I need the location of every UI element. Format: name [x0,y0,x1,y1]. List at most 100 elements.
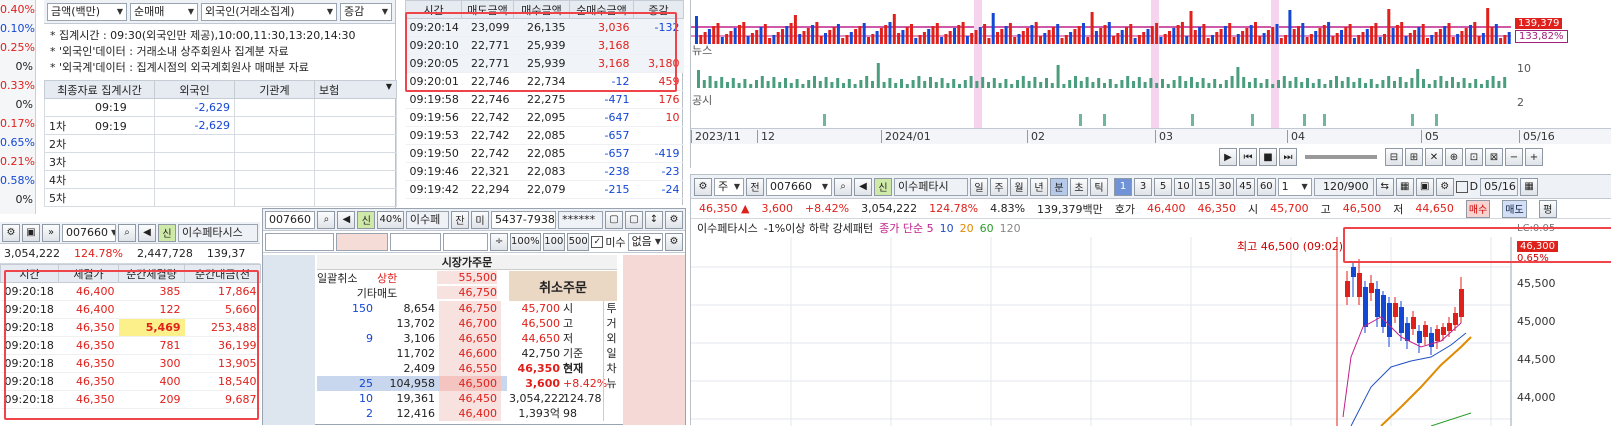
book-row[interactable]: 13,702 46,700 [317,316,507,331]
zoom-in-icon[interactable]: + [1525,148,1543,166]
interval-button[interactable]: 45 [1236,177,1255,196]
settings-icon[interactable]: ⚙ [1435,177,1454,196]
summary-side-tab[interactable]: 차 [603,361,619,376]
qty-100-button[interactable]: 100 [542,232,565,251]
period-button[interactable]: 주 [990,177,1008,196]
settings-icon[interactable]: ⚙ [2,223,20,242]
interval-button[interactable]: 5 [1154,177,1172,196]
interval-button[interactable]: 30 [1215,177,1235,196]
date-checkbox[interactable] [1455,180,1468,193]
interval-button[interactable]: 1 [1114,177,1132,196]
speaker-icon[interactable]: ◀ [138,223,156,242]
table-row[interactable]: 09:19:42 22,294 22,079 -215 -24 [405,180,684,199]
range-field[interactable]: 120/900 [1313,177,1374,196]
unit-select[interactable]: 금액(백만) ▼ [47,2,127,21]
legend-item[interactable]: 60 [980,222,994,235]
zoom-slider[interactable] [1305,155,1377,159]
count-select[interactable]: 1 ▼ [1277,177,1312,196]
investor-select[interactable]: 외국인(거래소집계) ▼ [201,2,337,21]
search-icon[interactable]: ⌕ [834,177,852,196]
legend-item[interactable]: 120 [1000,222,1021,235]
save-icon[interactable]: ▣ [1415,177,1434,196]
qty-500-button[interactable]: 500 [566,232,590,251]
sell-button[interactable]: 매도 [1502,199,1527,218]
eval-button[interactable]: 평 [1538,199,1557,218]
summary-side-tab[interactable] [603,406,619,421]
search-icon[interactable]: ⌕ [118,223,136,242]
table-row[interactable]: 1차 09:19 -2,629 [44,116,397,135]
legend-item[interactable]: 이수페타시스 [697,220,758,236]
qty-input-2[interactable] [443,232,489,251]
unfilled-tag[interactable]: 미 [470,210,489,229]
credit-select[interactable]: 없음 ▼ [627,232,663,251]
buy-button[interactable]: 매수 [1465,199,1491,218]
interval-button[interactable]: 60 [1256,177,1276,196]
table-row[interactable]: 09:19:53 22,742 22,085 -657 [405,126,684,145]
summary-side-tab[interactable] [603,391,619,406]
stepper[interactable]: ÷ [490,232,509,251]
summary-side-tab[interactable]: 뉴 [603,376,619,391]
search-icon[interactable]: ⌕ [317,210,336,229]
window-icon[interactable]: ▢ [604,210,623,229]
settings-icon[interactable]: ⚙ [694,177,712,196]
legend-item[interactable]: -1%이상 하락 강세패턴 [764,220,873,236]
calendar-icon[interactable]: ▦ [1520,177,1539,196]
book-row[interactable]: 150 8,654 46,750 [317,301,507,316]
mode-select[interactable]: 증감 ▼ [340,2,392,21]
book-row[interactable]: 10 19,361 46,450 [317,391,507,406]
date-field[interactable]: 05/16 [1480,177,1519,196]
period-button[interactable]: 년 [1030,177,1048,196]
book-row[interactable]: 2,409 46,550 [317,361,507,376]
market-order-header[interactable]: 시장가주문 [317,255,617,270]
col-header[interactable]: 보험 ▼ [314,80,397,99]
chart-code-select[interactable]: 007660 ▼ [766,177,832,196]
interval-button[interactable]: 3 [1134,177,1152,196]
resize-icon[interactable]: ↕ [644,210,663,229]
type-select[interactable]: 순매매 ▼ [130,2,198,21]
tools-icon[interactable]: ⊡ [1465,148,1483,166]
ratio-button[interactable]: 100% [510,232,541,251]
window-icon[interactable]: ⊞ [1405,148,1423,166]
lock-icon[interactable]: ▣ [22,223,40,242]
book-row[interactable]: 25 104,958 46,500 [317,376,507,391]
prev-button[interactable]: 전 [746,177,764,196]
price-input-2[interactable] [335,232,388,251]
speaker-icon[interactable]: ◀ [337,210,356,229]
summary-side-tab[interactable]: 거 [603,316,619,331]
zoom-out-icon[interactable]: − [1505,148,1523,166]
table-row[interactable]: 09:19:50 22,742 22,085 -657 -419 [405,144,684,163]
table-row[interactable]: 09:19:46 22,321 22,083 -238 -23 [405,162,684,181]
chart-tool-icon[interactable]: ⇆ [1375,177,1394,196]
summary-side-tab[interactable]: 투 [603,301,619,316]
settings-icon[interactable]: ⚙ [664,232,683,251]
stock-code-select[interactable]: 007660▼ [62,223,116,242]
window-icon[interactable]: ⊟ [1385,148,1403,166]
book-row[interactable]: 9 3,106 46,650 [317,331,507,346]
expand-icon[interactable]: » [42,223,60,242]
cancel-order-button[interactable]: 취소주문 [509,271,617,301]
table-row[interactable]: 09:19 -2,629 [44,98,397,117]
period-button[interactable]: 분 [1050,177,1068,196]
chart-tool-icon[interactable]: ▦ [1395,177,1414,196]
table-row[interactable]: 4차 [44,170,397,189]
interval-button[interactable]: 15 [1194,177,1214,196]
tools-icon[interactable]: ✕ [1425,148,1443,166]
period-button[interactable]: 틱 [1090,177,1108,196]
period-button[interactable]: 초 [1070,177,1088,196]
qty-input[interactable] [389,232,442,251]
tools-icon[interactable]: ⊕ [1445,148,1463,166]
skip-forward-icon[interactable]: ⏭ [1279,148,1297,166]
password-field[interactable]: ****** [558,210,603,229]
legend-item[interactable]: 종가 단순 5 [879,220,933,236]
unpaid-checkbox[interactable]: ✓ 미수 [591,234,626,250]
book-row[interactable]: 11,702 46,600 [317,346,507,361]
interval-button[interactable]: 10 [1174,177,1193,196]
table-row[interactable]: 09:19:56 22,742 22,095 -647 10 [405,108,684,127]
chart-type-select[interactable]: 주 ▼ [714,177,744,196]
legend-item[interactable]: 10 [940,222,954,235]
summary-side-tab[interactable]: 일 [603,346,619,361]
speaker-icon[interactable]: ◀ [854,177,872,196]
legend-item[interactable]: 20 [960,222,974,235]
stop-icon[interactable]: ■ [1259,148,1277,166]
period-button[interactable]: 일 [970,177,988,196]
